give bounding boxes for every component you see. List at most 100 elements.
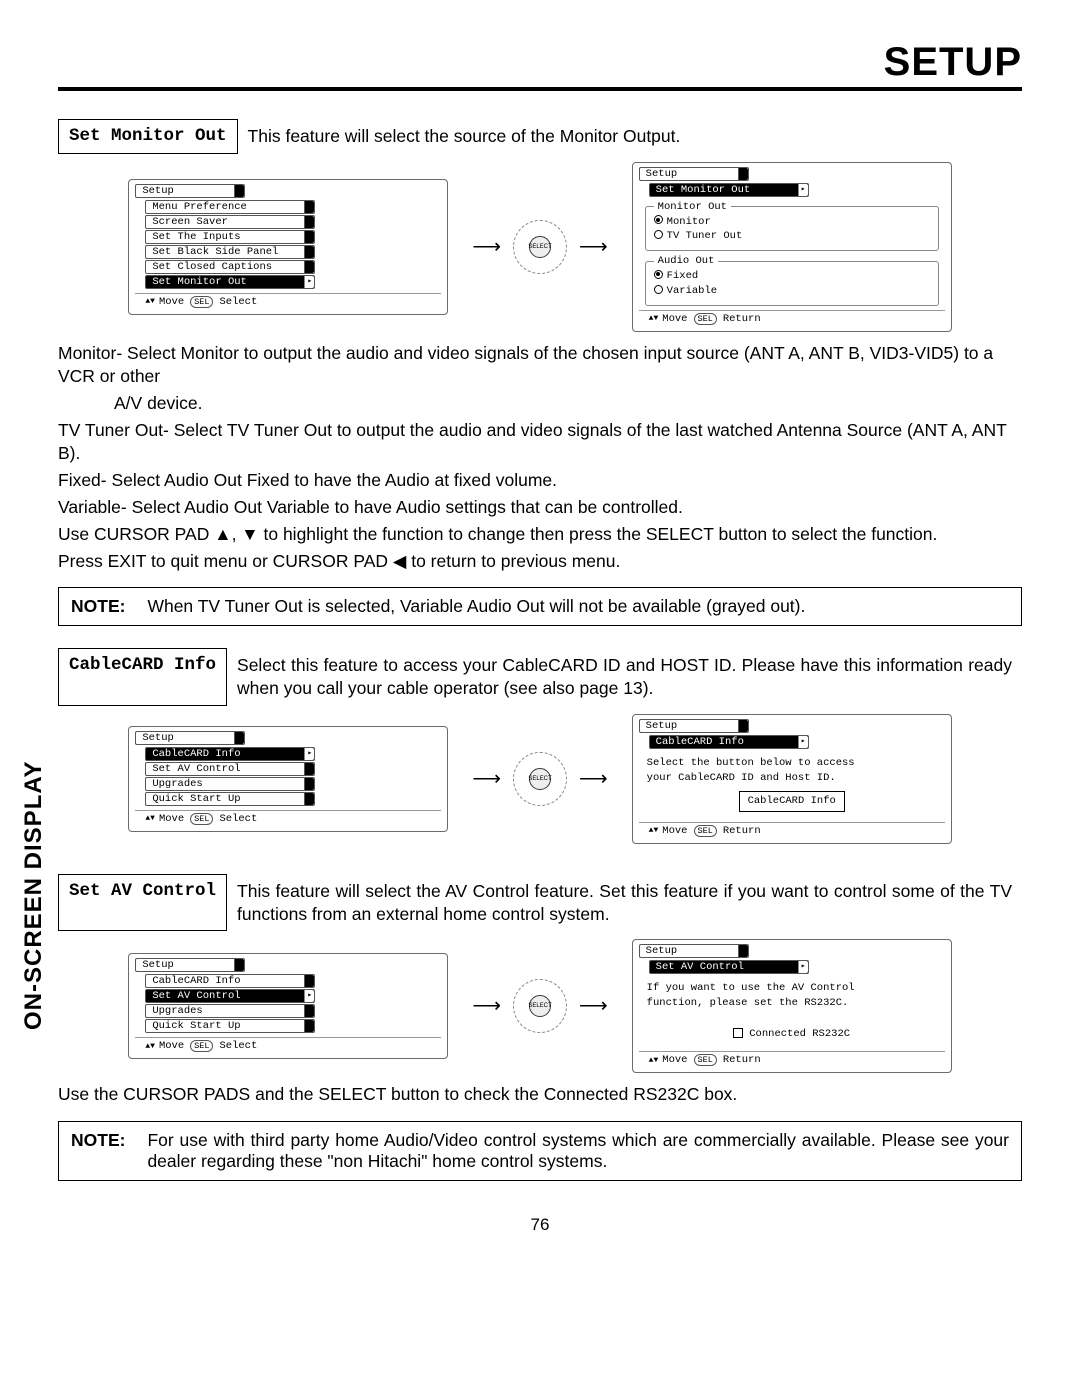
panel-subtitle[interactable]: Set Monitor Out ▸ <box>649 183 809 197</box>
body-text: Use the CURSOR PADS and the SELECT butto… <box>58 1083 1022 1106</box>
body-text: Press EXIT to quit menu or CURSOR PAD ◀ … <box>58 550 1022 573</box>
radio-option[interactable]: Variable <box>654 284 930 299</box>
menu-item[interactable]: Menu Preference <box>145 200 315 214</box>
sel-badge: SEL <box>694 313 717 325</box>
menu-item-label: Set AV Control <box>152 763 240 775</box>
screens-row-1: Setup Menu Preference Screen Saver Set T… <box>58 162 1022 332</box>
panel-subtitle[interactable]: CableCARD Info▸ <box>649 735 809 749</box>
section-desc: This feature will select the source of t… <box>238 119 1022 154</box>
select-wheel-icon[interactable]: SELECT <box>513 752 567 806</box>
radio-label: TV Tuner Out <box>667 230 743 242</box>
arrow-right-icon: ⟶ <box>579 237 608 257</box>
menu-item-label: Quick Start Up <box>152 793 240 805</box>
panel-title: Setup <box>135 731 245 745</box>
select-wheel-icon[interactable]: SELECT <box>513 220 567 274</box>
footer-text: Move <box>159 1040 184 1052</box>
radio-label: Monitor <box>667 216 711 228</box>
menu-item[interactable]: Screen Saver <box>145 215 315 229</box>
updown-icon: ▲▼ <box>145 1042 155 1051</box>
menu-item-label: CableCARD Info <box>152 748 240 760</box>
menu-item[interactable]: Quick Start Up <box>145 792 315 806</box>
select-button[interactable]: SELECT <box>529 768 551 790</box>
monitor-out-group: Monitor Out Monitor TV Tuner Out <box>645 201 939 251</box>
footer-text: Move <box>159 296 184 308</box>
sel-badge: SEL <box>190 813 213 825</box>
menu-item[interactable]: Set AV Control <box>145 762 315 776</box>
select-button[interactable]: SELECT <box>529 236 551 258</box>
select-control: ⟶ SELECT ⟶ <box>472 752 607 806</box>
osd-right-2: Setup CableCARD Info▸ Select the button … <box>632 714 952 844</box>
updown-icon: ▲▼ <box>649 826 659 835</box>
panel-title: Setup <box>135 184 245 198</box>
radio-option[interactable]: Monitor <box>654 215 930 230</box>
menu-item-label: Set AV Control <box>152 990 240 1002</box>
sel-badge: SEL <box>694 1054 717 1066</box>
info-text: If you want to use the AV Control functi… <box>639 975 945 1047</box>
body-text: Variable- Select Audio Out Variable to h… <box>58 496 1022 519</box>
body-text-part: Press EXIT to quit menu or CURSOR PAD <box>58 551 393 571</box>
chevron-right-icon: ▸ <box>307 749 312 758</box>
menu-item[interactable]: Set Black Side Panel <box>145 245 315 259</box>
chevron-right-icon: ▸ <box>307 277 312 286</box>
knob-icon: ▸ <box>304 748 314 760</box>
radio-option[interactable]: TV Tuner Out <box>654 229 930 244</box>
select-button[interactable]: SELECT <box>529 995 551 1017</box>
audio-out-group: Audio Out Fixed Variable <box>645 255 939 305</box>
section-head-set-av: Set AV Control This feature will select … <box>58 874 1022 932</box>
footer-text: Return <box>723 1054 761 1066</box>
note-label: NOTE: <box>71 1130 125 1172</box>
knob-icon <box>304 975 314 987</box>
menu-item[interactable]: Upgrades <box>145 777 315 791</box>
panel-subtitle-text: Set Monitor Out <box>656 184 751 196</box>
menu-item-label: Upgrades <box>152 778 202 790</box>
chevron-right-icon: ▸ <box>801 737 806 746</box>
body-text: A/V device. <box>58 392 1022 415</box>
group-label: Audio Out <box>654 255 719 267</box>
updown-icon: ▲▼ <box>649 314 659 323</box>
page: SETUP Set Monitor Out This feature will … <box>0 0 1080 1265</box>
menu-item-selected[interactable]: CableCARD Info ▸ <box>145 747 315 761</box>
radio-option[interactable]: Fixed <box>654 269 930 284</box>
menu-item-label: Set The Inputs <box>152 231 240 243</box>
osd-left-3: Setup CableCARD Info Set AV Control▸ Upg… <box>128 953 448 1059</box>
radio-filled-icon <box>654 215 663 224</box>
footer-text: Select <box>219 296 257 308</box>
sel-badge: SEL <box>190 1040 213 1052</box>
footer-text: Return <box>723 825 761 837</box>
cablecard-info-button[interactable]: CableCARD Info <box>739 791 845 812</box>
knob-icon: ▸ <box>798 184 808 196</box>
menu-item-label: Set Monitor Out <box>152 276 247 288</box>
checkbox-label: Connected RS232C <box>749 1028 850 1040</box>
menu-item[interactable]: Quick Start Up <box>145 1019 315 1033</box>
knob-icon <box>738 945 748 957</box>
menu-item-selected[interactable]: Set Monitor Out ▸ <box>145 275 315 289</box>
note-box: NOTE: For use with third party home Audi… <box>58 1121 1022 1181</box>
note-box: NOTE: When TV Tuner Out is selected, Var… <box>58 587 1022 626</box>
menu-item[interactable]: CableCARD Info <box>145 974 315 988</box>
note-body: For use with third party home Audio/Vide… <box>147 1130 1009 1172</box>
knob-icon <box>304 246 314 258</box>
menu-item-label: Menu Preference <box>152 201 247 213</box>
body-text-part: to return to previous menu. <box>406 551 620 571</box>
osd-right-1: Setup Set Monitor Out▸ Monitor Out Monit… <box>632 162 952 332</box>
menu-item[interactable]: Upgrades <box>145 1004 315 1018</box>
sel-badge: SEL <box>694 825 717 837</box>
panel-title-text: Setup <box>646 945 678 957</box>
panel-title-text: Setup <box>142 959 174 971</box>
body-text: TV Tuner Out- Select TV Tuner Out to out… <box>58 419 1022 465</box>
body-text-part: to highlight the function to change then… <box>259 524 938 544</box>
connected-rs232c-checkbox[interactable]: Connected RS232C <box>647 1027 937 1042</box>
footer-text: Move <box>662 1054 687 1066</box>
menu-item-selected[interactable]: Set AV Control▸ <box>145 989 315 1003</box>
body-text: Monitor- Select Monitor to output the au… <box>58 342 1022 388</box>
menu-item[interactable]: Set Closed Captions <box>145 260 315 274</box>
panel-footer: ▲▼ Move SEL Select <box>135 810 441 825</box>
footer-text: Move <box>662 825 687 837</box>
menu-item[interactable]: Set The Inputs <box>145 230 315 244</box>
updown-icon: ▲▼ <box>145 814 155 823</box>
panel-footer: ▲▼ Move SEL Return <box>639 310 945 325</box>
panel-title: Setup <box>135 958 245 972</box>
panel-subtitle[interactable]: Set AV Control▸ <box>649 960 809 974</box>
select-wheel-icon[interactable]: SELECT <box>513 979 567 1033</box>
panel-footer: ▲▼ Move SEL Select <box>135 1037 441 1052</box>
